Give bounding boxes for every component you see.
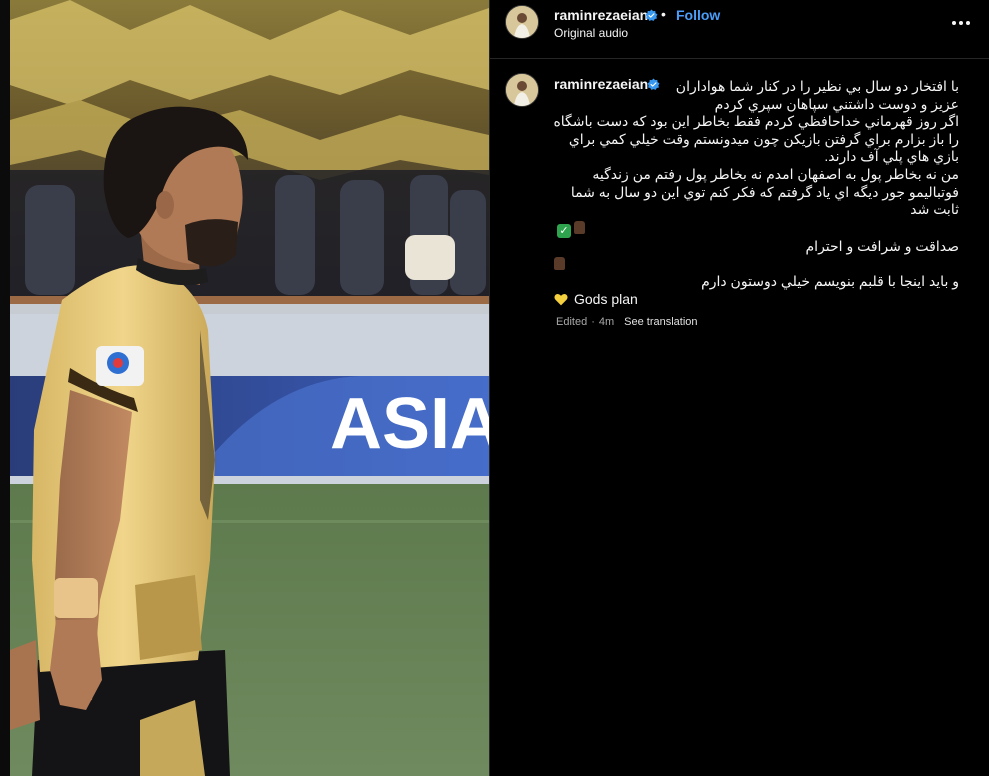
post-time[interactable]: 4m xyxy=(599,316,614,328)
follow-button[interactable]: Follow xyxy=(676,7,720,23)
edited-label: Edited xyxy=(556,316,588,328)
caption-line: ثابت شد xyxy=(910,201,959,218)
svg-text:ASIA: ASIA xyxy=(330,384,489,464)
caption-line: عزيز و دوست داشتني سپاهان سپري كردم xyxy=(714,95,959,112)
caption-line: و بايد اينجا با قلبم بنويسم خيلي دوستون … xyxy=(701,272,959,289)
caption-line: اگر روز قهرماني خداحافظي كردم فقط بخاطر … xyxy=(553,113,959,130)
post-meta: Edited · 4m See translation xyxy=(556,316,702,328)
post-photo: ASIA xyxy=(10,0,489,776)
original-audio-link[interactable]: Original audio xyxy=(554,26,628,40)
profile-avatar[interactable] xyxy=(505,5,539,39)
avatar-image xyxy=(506,6,538,38)
verified-badge-icon xyxy=(645,9,658,21)
header-separator: • xyxy=(661,6,666,22)
emoji-line: ✓ xyxy=(554,219,959,238)
caption-line: با افتخار دو سال بي نظير را در كنار شما … xyxy=(675,78,959,94)
fist-emoji-icon xyxy=(574,220,585,234)
caption-avatar[interactable] xyxy=(505,73,539,107)
caption-line: من نه بخاطر پول به اصفهان امدم نه بخاطر … xyxy=(592,165,959,182)
post-header: raminrezaeian • Follow Original audio xyxy=(490,0,989,59)
post-media[interactable]: ASIA xyxy=(10,0,489,776)
caption-line-last: Gods plan xyxy=(554,291,959,309)
meta-separator: · xyxy=(591,316,595,328)
caption-line: صداقت و شرافت و احترام xyxy=(805,237,959,254)
background-strip xyxy=(0,0,10,776)
caption-line: فوتباليمو جور ديگه اي ياد گرفتم كه فكر ك… xyxy=(570,183,959,200)
post-details-panel: raminrezaeian • Follow Original audio ra… xyxy=(490,0,989,776)
see-translation-button[interactable]: See translation xyxy=(624,316,697,328)
more-options-icon[interactable] xyxy=(948,10,974,36)
yellow-heart-icon xyxy=(554,293,568,305)
avatar-image xyxy=(506,74,538,106)
fist-emoji-icon xyxy=(554,257,565,271)
check-mark-icon: ✓ xyxy=(557,223,571,238)
caption-line: را باز بزارم براي گرفتن بازيكن چون ميدون… xyxy=(568,130,959,147)
gods-plan-text: Gods plan xyxy=(574,290,638,307)
emoji-line xyxy=(554,255,959,273)
header-username[interactable]: raminrezaeian xyxy=(554,7,648,23)
caption-text: با افتخار دو سال بي نظير را در كنار شما … xyxy=(553,78,959,309)
caption-line: بازي هاي پلي آف دارند. xyxy=(824,148,959,165)
